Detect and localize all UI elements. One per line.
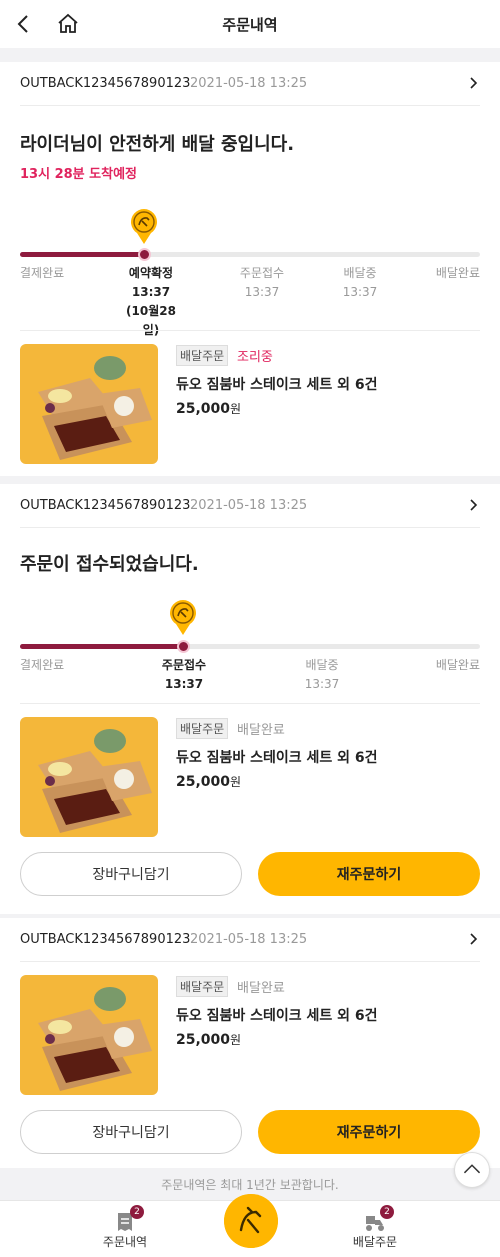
step-order-received: 주문접수 13:37	[239, 266, 285, 299]
divider	[20, 703, 480, 704]
product-price: 25,000원	[176, 774, 242, 790]
add-to-cart-button[interactable]: 장바구니담기	[20, 852, 242, 896]
order-type-badge: 배달주문	[176, 976, 229, 997]
product-image[interactable]	[20, 717, 158, 837]
order-header[interactable]: OUTBACK1234567890123 2021-05-18 13:25	[20, 484, 480, 528]
order-state-label: 조리중	[237, 350, 273, 365]
product-image[interactable]	[20, 344, 158, 464]
order-history-page: 주문내역 OUTBACK1234567890123 2021-05-18 13:…	[0, 0, 500, 1257]
order-number: OUTBACK1234567890123	[20, 932, 191, 947]
order-progress-track	[20, 640, 480, 653]
order-progress-track	[20, 248, 480, 261]
step-delivering: 배달중 13:37	[342, 266, 378, 299]
center-home-button[interactable]	[224, 1194, 278, 1248]
product-name: 듀오 짐붐바 스테이크 세트 외 6건	[176, 377, 378, 393]
retention-notice: 주문내역은 최대 1년간 보관합니다.	[161, 1178, 339, 1192]
chevron-right-icon	[470, 499, 478, 511]
step-order-received: 주문접수 13:37	[161, 658, 207, 691]
step-delivering: 배달중 13:37	[304, 658, 340, 691]
order-number: OUTBACK1234567890123	[20, 498, 191, 513]
scroll-to-top-button[interactable]	[454, 1152, 490, 1188]
order-card-2: OUTBACK1234567890123 2021-05-18 13:25 주문…	[0, 484, 500, 914]
product-price: 25,000원	[176, 1032, 242, 1048]
product-name: 듀오 짐붐바 스테이크 세트 외 6건	[176, 1008, 378, 1024]
app-header: 주문내역	[0, 0, 500, 48]
order-date: 2021-05-18 13:25	[190, 76, 308, 91]
chevron-right-icon	[470, 933, 478, 945]
step-delivery-complete: 배달완료	[435, 658, 480, 672]
product-image[interactable]	[20, 975, 158, 1095]
reorder-button[interactable]: 재주문하기	[258, 1110, 480, 1154]
order-count-badge: 2	[130, 1205, 144, 1219]
product-name: 듀오 짐붐바 스테이크 세트 외 6건	[176, 750, 378, 766]
delivery-scooter-icon: 2	[364, 1205, 394, 1233]
nav-label: 배달주문	[352, 1235, 398, 1249]
arrival-eta: 13시 28분 도착예정	[20, 167, 137, 182]
order-type-badge: 배달주문	[176, 345, 229, 366]
step-reservation-confirmed: 예약확정 13:37 (10월28일)	[126, 266, 176, 337]
rider-location-pin-icon	[131, 209, 158, 244]
delivery-status-title: 라이더님이 안전하게 배달 중입니다.	[20, 134, 295, 155]
nav-delivery-order[interactable]: 2 배달주문	[330, 1205, 420, 1250]
product-price: 25,000원	[176, 401, 242, 417]
order-type-badge: 배달주문	[176, 718, 229, 739]
reorder-button[interactable]: 재주문하기	[258, 852, 480, 896]
order-date: 2021-05-18 13:25	[190, 498, 308, 513]
rider-location-pin-icon	[170, 600, 197, 635]
step-payment-complete: 결제완료	[20, 658, 65, 672]
order-progress-fill	[20, 252, 145, 257]
order-progress-fill	[20, 644, 184, 649]
order-number: OUTBACK1234567890123	[20, 76, 191, 91]
step-payment-complete: 결제완료	[20, 266, 65, 280]
order-header[interactable]: OUTBACK1234567890123 2021-05-18 13:25	[20, 918, 480, 962]
chevron-right-icon	[470, 77, 478, 89]
delivery-count-badge: 2	[380, 1205, 394, 1219]
progress-dot	[177, 640, 191, 653]
step-delivery-complete: 배달완료	[435, 266, 480, 280]
page-title: 주문내역	[222, 16, 278, 34]
receipt-icon: 2	[114, 1205, 144, 1233]
order-state-label: 배달완료	[237, 981, 285, 996]
order-card-3: OUTBACK1234567890123 2021-05-18 13:25 배달…	[0, 918, 500, 1168]
order-card-1: OUTBACK1234567890123 2021-05-18 13:25 라이…	[0, 62, 500, 476]
divider	[20, 330, 480, 331]
progress-dot	[138, 248, 152, 261]
delivery-status-title: 주문이 접수되었습니다.	[20, 554, 199, 575]
order-state-label: 배달완료	[237, 723, 285, 738]
order-date: 2021-05-18 13:25	[190, 932, 308, 947]
nav-order-history[interactable]: 2 주문내역	[80, 1205, 170, 1250]
nav-label: 주문내역	[102, 1235, 148, 1249]
add-to-cart-button[interactable]: 장바구니담기	[20, 1110, 242, 1154]
order-header[interactable]: OUTBACK1234567890123 2021-05-18 13:25	[20, 62, 480, 106]
